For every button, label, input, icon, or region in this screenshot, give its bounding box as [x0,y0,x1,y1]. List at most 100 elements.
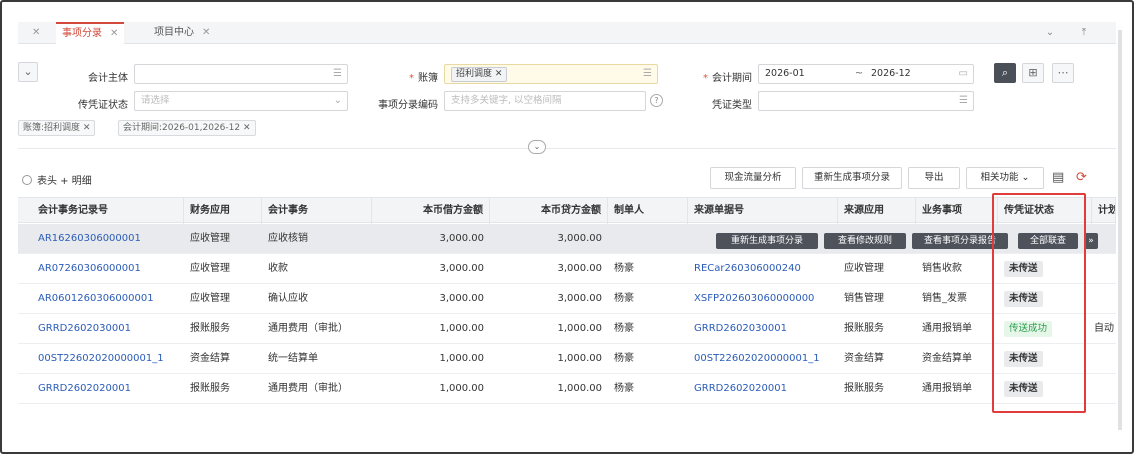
list-icon[interactable]: ☰ [643,65,652,83]
tab-label: 项目中心 [154,27,194,38]
record-no-link[interactable]: AR07260306000001 [18,254,184,284]
biz-item-cell: 资金结算单 [922,353,972,364]
source-no-link[interactable]: GRRD2602020001 [688,374,838,404]
tab-previous[interactable]: ✕ [18,22,46,44]
col-source-app[interactable]: 来源应用 [838,198,916,224]
header-detail-radio[interactable]: 表头 + 明细 [22,172,92,187]
filter-tag-ledger[interactable]: 账簿:招利调度 ✕ [18,120,96,136]
close-icon[interactable]: ✕ [32,27,40,38]
source-app-cell: 资金结算 [844,353,884,364]
radio-icon[interactable] [22,175,32,185]
table-row[interactable]: GRRD2602030001 报账服务 通用费用（审批） 1,000.00 1,… [18,314,1116,344]
col-plan[interactable]: 计划 [1092,198,1116,224]
more-icon[interactable]: ⋯ [1052,63,1074,83]
source-no-link[interactable]: 00ST22602020000001_1 [688,344,838,374]
chevron-down-icon[interactable]: ⌄ [1042,25,1058,41]
record-no-link[interactable]: GRRD2602020001 [18,374,184,404]
chevron-down-icon: ⌄ [1021,172,1030,183]
chevron-down-icon[interactable]: ⌄ [528,140,546,154]
col-debit[interactable]: 本币借方金额 [372,198,490,224]
credit-cell: 1,000.00 [557,353,602,364]
regenerate-entries-button[interactable]: 重新生成事项分录 [802,167,902,189]
maker-cell: 杨豪 [614,293,634,304]
maker-cell: 杨豪 [614,263,634,274]
table-row[interactable]: GRRD2602020001 报账服务 通用费用（审批） 1,000.00 1,… [18,374,1116,404]
record-no-link[interactable]: 00ST22602020000001_1 [18,344,184,374]
cashflow-analysis-button[interactable]: 现金流量分析 [710,167,796,189]
highlight-box [992,193,1086,413]
col-credit[interactable]: 本币贷方金额 [490,198,608,224]
debit-cell: 3,000.00 [439,233,484,244]
maker-cell: 杨豪 [614,383,634,394]
col-maker[interactable]: 制单人 [608,198,688,224]
entity-input[interactable]: ☰ [134,64,348,84]
close-icon[interactable]: ✕ [495,69,503,79]
refresh-icon[interactable]: ⟳ [1076,170,1087,185]
credit-cell: 3,000.00 [557,293,602,304]
record-no-link[interactable]: GRRD2602030001 [18,314,184,344]
col-biz-item[interactable]: 业务事项 [916,198,998,224]
filter-divider [18,148,1116,149]
biz-item-cell: 销售收款 [922,263,962,274]
table-row[interactable]: AR07260306000001 应收管理 收款 3,000.00 3,000.… [18,254,1116,284]
event-cell: 统一结算单 [268,353,318,364]
collapse-filter-button[interactable]: ⌄ [18,62,38,82]
entry-code-input[interactable]: 支持多关键字, 以空格间隔 [444,91,646,111]
table-row[interactable]: AR0601260306000001 应收管理 确认应收 3,000.00 3,… [18,284,1116,314]
source-app-cell: 报账服务 [844,383,884,394]
filter-settings-button[interactable]: ⊞ [1022,63,1044,83]
close-icon[interactable]: ✕ [243,123,251,133]
source-no-link[interactable]: XSFP202603060000000 [688,284,838,314]
chevron-down-icon[interactable]: ⌄ [334,92,342,110]
close-icon[interactable]: ✕ [202,27,210,38]
tab-entries[interactable]: 事项分录 ✕ [56,22,125,44]
record-no-link[interactable]: AR0601260306000001 [18,284,184,314]
tab-project-center[interactable]: 项目中心 ✕ [148,22,216,44]
col-source-no[interactable]: 来源单据号 [688,198,838,224]
ledger-input[interactable]: 招利调度 ✕ ☰ [444,64,658,84]
close-icon[interactable]: ✕ [110,28,118,39]
maker-cell: 杨豪 [614,323,634,334]
source-no-link[interactable]: RECar260306000240 [688,254,838,284]
event-cell: 收款 [268,263,288,274]
biz-item-cell: 通用报销单 [922,323,972,334]
period-range-input[interactable]: 2026-01 ~2026-12 ▭ [758,64,974,84]
voucher-status-label: 传凭证状态 [78,100,128,111]
source-no-link[interactable]: GRRD2602030001 [688,314,838,344]
close-icon[interactable]: ✕ [83,123,91,133]
event-cell: 通用费用（审批） [268,323,348,334]
voucher-status-select[interactable]: 请选择 ⌄ [134,91,348,111]
pin-icon[interactable]: ⤒ [1076,25,1092,41]
biz-item-cell: 销售_发票 [922,293,967,304]
help-icon[interactable]: ? [650,94,663,107]
vertical-scrollbar[interactable] [1118,30,1122,430]
regenerate-row-button[interactable]: 重新生成事项分录 [716,233,818,249]
source-app-cell: 报账服务 [844,323,884,334]
debit-cell: 1,000.00 [439,323,484,334]
col-fin-app[interactable]: 财务应用 [184,198,262,224]
period-label: * 会计期间 [703,73,752,84]
filter-tag-period[interactable]: 会计期间:2026-01,2026-12 ✕ [118,120,256,136]
col-record-no[interactable]: 会计事务记录号 [18,198,184,224]
list-icon[interactable]: ☰ [333,65,342,83]
list-icon[interactable]: ☰ [959,92,968,110]
voucher-type-input[interactable]: ☰ [758,91,974,111]
view-rule-button[interactable]: 查看修改规则 [824,233,906,249]
tab-bar: ✕ 事项分录 ✕ 项目中心 ✕ ⌄ ⤒ [18,22,1116,44]
more-actions-icon[interactable]: » [1084,233,1098,249]
ledger-chip: 招利调度 ✕ [451,67,508,82]
fin-app-cell: 应收管理 [190,263,230,274]
credit-cell: 3,000.00 [557,233,602,244]
column-settings-icon[interactable]: ▤ [1052,170,1064,185]
export-button[interactable]: 导出 [908,167,960,189]
range-separator-icon: ~ [855,68,863,79]
credit-cell: 3,000.00 [557,263,602,274]
calendar-icon[interactable]: ▭ [959,65,968,83]
table-row[interactable]: 00ST22602020000001_1 资金结算 统一结算单 1,000.00… [18,344,1116,374]
col-event[interactable]: 会计事务 [262,198,372,224]
entity-label: 会计主体 [88,73,128,84]
fin-app-cell: 应收管理 [190,293,230,304]
search-button[interactable]: ⌕ [994,63,1016,83]
related-functions-button[interactable]: 相关功能 ⌄ [966,167,1044,189]
record-no-link[interactable]: AR16260306000001 [18,224,184,254]
